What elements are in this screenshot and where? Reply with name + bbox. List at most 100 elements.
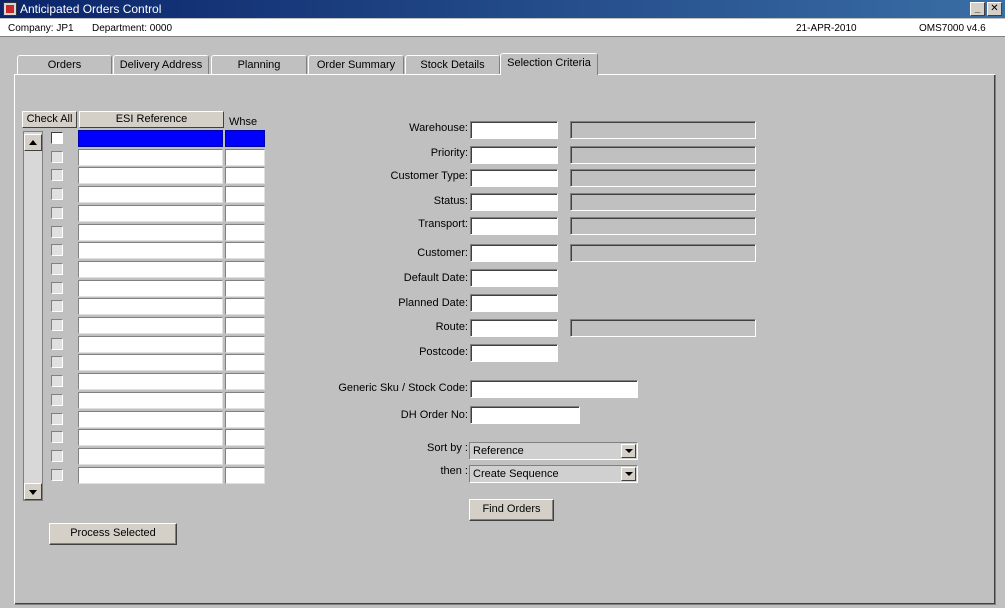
esi-reference-cell[interactable] [78,298,223,315]
table-row[interactable] [0,298,270,316]
whse-cell[interactable] [225,448,265,465]
planned-date-input[interactable] [470,294,558,312]
row-checkbox[interactable] [51,300,63,312]
table-row[interactable] [0,280,270,298]
row-checkbox[interactable] [51,244,63,256]
table-row[interactable] [0,261,270,279]
table-row[interactable] [0,448,270,466]
priority-input[interactable] [470,146,558,164]
row-checkbox[interactable] [51,151,63,163]
whse-cell[interactable] [225,261,265,278]
tab-orders[interactable]: Orders [17,55,112,74]
row-checkbox[interactable] [51,207,63,219]
table-row[interactable] [0,205,270,223]
dh-order-input[interactable] [470,406,580,424]
tab-delivery-address[interactable]: Delivery Address [113,55,209,74]
customer-type-input[interactable] [470,169,558,187]
table-row[interactable] [0,467,270,485]
then-select[interactable]: Create Sequence [469,465,638,483]
esi-reference-cell[interactable] [78,261,223,278]
default-date-input[interactable] [470,269,558,287]
row-checkbox[interactable] [51,394,63,406]
table-row[interactable] [0,411,270,429]
postcode-input[interactable] [470,344,558,362]
esi-reference-cell[interactable] [78,354,223,371]
esi-reference-cell[interactable] [78,467,223,484]
esi-reference-cell[interactable] [78,224,223,241]
table-row[interactable] [0,336,270,354]
row-checkbox[interactable] [51,319,63,331]
row-checkbox[interactable] [51,132,63,144]
whse-cell[interactable] [225,186,265,203]
row-checkbox[interactable] [51,413,63,425]
table-row[interactable] [0,167,270,185]
warehouse-input[interactable] [470,121,558,139]
whse-cell[interactable] [225,429,265,446]
transport-input[interactable] [470,217,558,235]
esi-reference-cell[interactable] [78,186,223,203]
chevron-down-icon[interactable] [621,467,636,481]
row-checkbox[interactable] [51,188,63,200]
esi-reference-cell[interactable] [78,205,223,222]
table-row[interactable] [0,392,270,410]
esi-reference-cell[interactable] [78,411,223,428]
close-button[interactable]: ✕ [987,2,1002,16]
table-row[interactable] [0,242,270,260]
esi-reference-cell[interactable] [78,336,223,353]
whse-cell[interactable] [225,411,265,428]
process-selected-button[interactable]: Process Selected [49,523,177,545]
row-checkbox[interactable] [51,356,63,368]
table-row[interactable] [0,149,270,167]
row-checkbox[interactable] [51,431,63,443]
route-input[interactable] [470,319,558,337]
table-row[interactable] [0,373,270,391]
whse-cell[interactable] [225,167,265,184]
esi-reference-cell[interactable] [78,448,223,465]
esi-reference-cell[interactable] [78,130,223,147]
esi-reference-cell[interactable] [78,280,223,297]
whse-cell[interactable] [225,392,265,409]
esi-reference-header[interactable]: ESI Reference [79,111,224,128]
table-row[interactable] [0,429,270,447]
whse-cell[interactable] [225,317,265,334]
esi-reference-cell[interactable] [78,429,223,446]
whse-cell[interactable] [225,205,265,222]
find-orders-button[interactable]: Find Orders [469,499,554,521]
whse-cell[interactable] [225,224,265,241]
whse-cell[interactable] [225,280,265,297]
whse-cell[interactable] [225,130,265,147]
row-checkbox[interactable] [51,469,63,481]
tab-order-summary[interactable]: Order Summary [308,55,404,74]
row-checkbox[interactable] [51,169,63,181]
whse-cell[interactable] [225,149,265,166]
sort-by-select[interactable]: Reference [469,442,638,460]
tab-planning[interactable]: Planning [211,55,307,74]
table-row[interactable] [0,130,270,148]
whse-cell[interactable] [225,467,265,484]
whse-cell[interactable] [225,242,265,259]
check-all-button[interactable]: Check All [22,111,77,128]
esi-reference-cell[interactable] [78,149,223,166]
row-checkbox[interactable] [51,226,63,238]
row-checkbox[interactable] [51,450,63,462]
row-checkbox[interactable] [51,375,63,387]
esi-reference-cell[interactable] [78,392,223,409]
table-row[interactable] [0,224,270,242]
customer-input[interactable] [470,244,558,262]
tab-stock-details[interactable]: Stock Details [405,55,500,74]
chevron-down-icon[interactable] [621,444,636,458]
esi-reference-cell[interactable] [78,317,223,334]
table-row[interactable] [0,317,270,335]
whse-cell[interactable] [225,336,265,353]
minimize-button[interactable]: _ [970,2,985,16]
generic-sku-input[interactable] [470,380,638,398]
row-checkbox[interactable] [51,338,63,350]
status-input[interactable] [470,193,558,211]
esi-reference-cell[interactable] [78,242,223,259]
row-checkbox[interactable] [51,263,63,275]
table-row[interactable] [0,186,270,204]
table-row[interactable] [0,354,270,372]
whse-cell[interactable] [225,298,265,315]
esi-reference-cell[interactable] [78,373,223,390]
whse-cell[interactable] [225,354,265,371]
